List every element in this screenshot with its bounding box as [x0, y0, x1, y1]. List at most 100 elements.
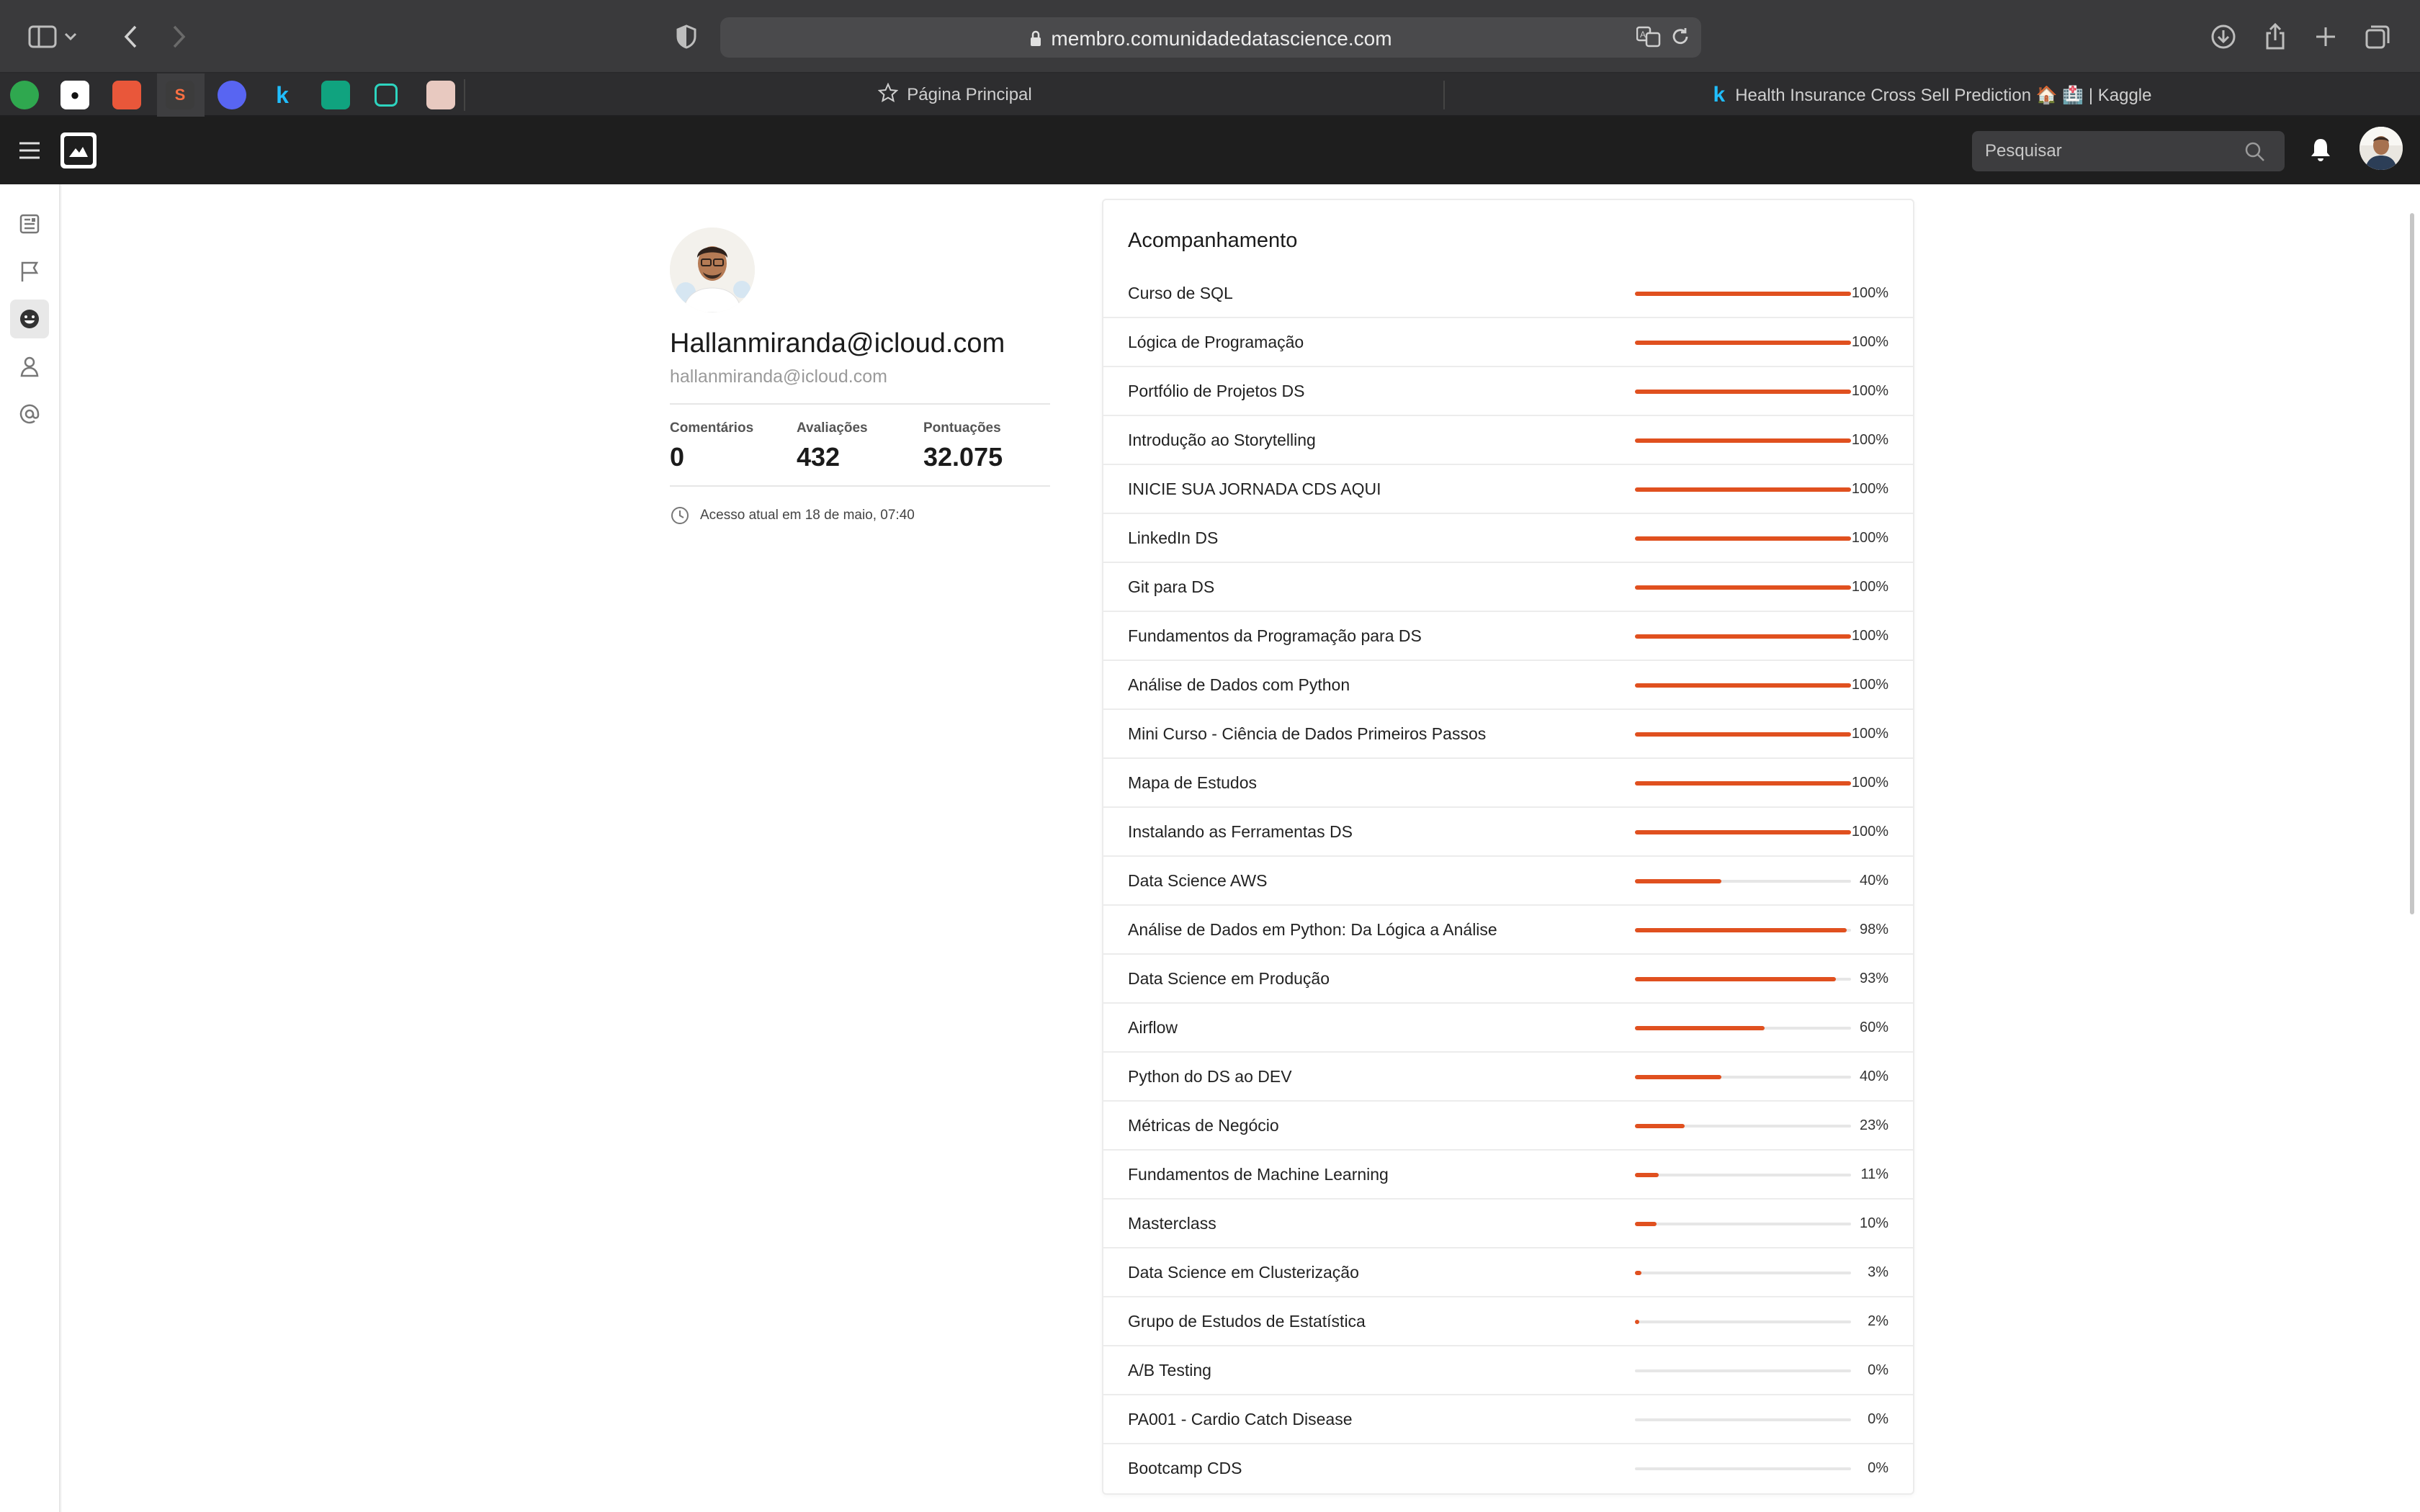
at-sign-icon[interactable]: [10, 395, 49, 433]
user-avatar[interactable]: [2360, 127, 2403, 170]
progress-row[interactable]: Bootcamp CDS 0%: [1103, 1444, 1913, 1493]
green-app-icon[interactable]: [10, 81, 39, 109]
flag-icon[interactable]: [10, 252, 49, 291]
pink-app-icon[interactable]: [426, 81, 455, 109]
progress-row[interactable]: Análise de Dados em Python: Da Lógica a …: [1103, 906, 1913, 955]
course-name[interactable]: Mapa de Estudos: [1128, 773, 1257, 793]
reload-icon[interactable]: [1670, 26, 1693, 49]
progress-row[interactable]: A/B Testing 0%: [1103, 1346, 1913, 1395]
smiley-icon[interactable]: [10, 300, 49, 338]
course-name[interactable]: Bootcamp CDS: [1128, 1459, 1242, 1478]
progress-percent: 98%: [1859, 922, 1888, 937]
chevron-down-icon[interactable]: [62, 19, 79, 55]
tab-overview-icon[interactable]: [2360, 19, 2396, 55]
course-name[interactable]: Mini Curso - Ciência de Dados Primeiros …: [1128, 724, 1486, 744]
progress-row[interactable]: Fundamentos da Programação para DS 100%: [1103, 612, 1913, 661]
person-icon[interactable]: [10, 347, 49, 386]
github-icon[interactable]: ●: [60, 81, 89, 109]
progress-row[interactable]: Introdução ao Storytelling 100%: [1103, 416, 1913, 465]
progress-bar-track: [1635, 732, 1851, 737]
openai-icon[interactable]: [321, 81, 350, 109]
crop-app-icon[interactable]: [375, 84, 398, 107]
course-name[interactable]: Lógica de Programação: [1128, 333, 1304, 352]
privacy-shield-icon[interactable]: [668, 19, 704, 55]
progress-bar-fill: [1635, 977, 1836, 981]
progress-bar-track: [1635, 292, 1851, 296]
discord-icon[interactable]: [218, 81, 246, 109]
search-icon[interactable]: [2244, 141, 2266, 166]
progress-row[interactable]: LinkedIn DS 100%: [1103, 514, 1913, 563]
tab-pagina-principal[interactable]: Página Principal: [467, 73, 1443, 117]
progress-row[interactable]: Análise de Dados com Python 100%: [1103, 661, 1913, 710]
course-name[interactable]: A/B Testing: [1128, 1361, 1211, 1380]
progress-percent: 11%: [1860, 1166, 1888, 1182]
feed-icon[interactable]: [10, 204, 49, 243]
progress-row[interactable]: Instalando as Ferramentas DS 100%: [1103, 808, 1913, 857]
search-field[interactable]: [1972, 131, 2285, 171]
progress-row[interactable]: Data Science em Produção 93%: [1103, 955, 1913, 1004]
course-name[interactable]: Introdução ao Storytelling: [1128, 431, 1316, 450]
course-name[interactable]: Python do DS ao DEV: [1128, 1067, 1292, 1086]
progress-row[interactable]: Mapa de Estudos 100%: [1103, 759, 1913, 808]
progress-row[interactable]: Mini Curso - Ciência de Dados Primeiros …: [1103, 710, 1913, 759]
course-name[interactable]: Curso de SQL: [1128, 284, 1233, 303]
progress-percent: 100%: [1851, 579, 1888, 595]
course-name[interactable]: Métricas de Negócio: [1128, 1116, 1279, 1135]
course-name[interactable]: Fundamentos de Machine Learning: [1128, 1165, 1389, 1184]
progress-row[interactable]: Grupo de Estudos de Estatística 2%: [1103, 1297, 1913, 1346]
course-name[interactable]: Data Science em Clusterização: [1128, 1263, 1359, 1282]
s-logo-icon[interactable]: S: [166, 81, 194, 109]
course-name[interactable]: Instalando as Ferramentas DS: [1128, 822, 1353, 842]
hamburger-menu-icon[interactable]: [17, 140, 42, 161]
page-scrollbar[interactable]: [2406, 184, 2420, 1512]
forward-arrow-icon[interactable]: [161, 19, 197, 55]
course-name[interactable]: Portfólio de Projetos DS: [1128, 382, 1304, 401]
progress-row[interactable]: Curso de SQL 100%: [1103, 269, 1913, 318]
progress-bar-fill: [1635, 1124, 1685, 1128]
new-tab-icon[interactable]: [2308, 19, 2344, 55]
course-name[interactable]: Análise de Dados com Python: [1128, 675, 1350, 695]
downloads-icon[interactable]: [2205, 19, 2241, 55]
app-logo-icon[interactable]: [60, 132, 97, 168]
progress-row[interactable]: Fundamentos de Machine Learning 11%: [1103, 1151, 1913, 1200]
course-name[interactable]: LinkedIn DS: [1128, 528, 1218, 548]
share-icon[interactable]: [2257, 19, 2293, 55]
profile-avatar: [670, 228, 755, 312]
progress-row[interactable]: Masterclass 10%: [1103, 1200, 1913, 1248]
progress-row[interactable]: Métricas de Negócio 23%: [1103, 1102, 1913, 1151]
progress-bar-fill: [1635, 292, 1851, 296]
address-bar[interactable]: membro.comunidadedatascience.com A: [720, 17, 1701, 58]
kaggle-icon[interactable]: k: [268, 81, 297, 109]
course-name[interactable]: Data Science AWS: [1128, 871, 1267, 891]
course-name[interactable]: Airflow: [1128, 1018, 1178, 1038]
course-name[interactable]: PA001 - Cardio Catch Disease: [1128, 1410, 1353, 1429]
scrollbar-thumb[interactable]: [2410, 213, 2414, 914]
course-name[interactable]: Git para DS: [1128, 577, 1214, 597]
translate-icon[interactable]: A: [1636, 26, 1661, 49]
course-name[interactable]: Fundamentos da Programação para DS: [1128, 626, 1422, 646]
progress-row[interactable]: INICIE SUA JORNADA CDS AQUI 100%: [1103, 465, 1913, 514]
progress-bar-fill: [1635, 928, 1847, 932]
back-arrow-icon[interactable]: [112, 19, 148, 55]
flame-app-icon[interactable]: [112, 81, 141, 109]
progress-row[interactable]: Lógica de Programação 100%: [1103, 318, 1913, 367]
progress-bar-fill: [1635, 830, 1851, 834]
progress-row[interactable]: Git para DS 100%: [1103, 563, 1913, 612]
course-name[interactable]: INICIE SUA JORNADA CDS AQUI: [1128, 480, 1381, 499]
course-name[interactable]: Análise de Dados em Python: Da Lógica a …: [1128, 920, 1497, 940]
progress-row[interactable]: Data Science em Clusterização 3%: [1103, 1248, 1913, 1297]
course-name[interactable]: Grupo de Estudos de Estatística: [1128, 1312, 1366, 1331]
search-input[interactable]: [1985, 140, 2230, 163]
progress-row[interactable]: PA001 - Cardio Catch Disease 0%: [1103, 1395, 1913, 1444]
tab-kaggle[interactable]: k Health Insurance Cross Sell Prediction…: [1445, 73, 2420, 117]
progress-row[interactable]: Data Science AWS 40%: [1103, 857, 1913, 906]
sidebar-toggle-icon[interactable]: [24, 19, 60, 55]
course-name[interactable]: Data Science em Produção: [1128, 969, 1330, 989]
progress-row[interactable]: Airflow 60%: [1103, 1004, 1913, 1053]
course-name[interactable]: Masterclass: [1128, 1214, 1216, 1233]
notification-bell-icon[interactable]: [2309, 137, 2335, 164]
progress-row[interactable]: Python do DS ao DEV 40%: [1103, 1053, 1913, 1102]
progress-bar-fill: [1635, 487, 1851, 492]
stat-value: 32.075: [923, 442, 1003, 472]
progress-row[interactable]: Portfólio de Projetos DS 100%: [1103, 367, 1913, 416]
